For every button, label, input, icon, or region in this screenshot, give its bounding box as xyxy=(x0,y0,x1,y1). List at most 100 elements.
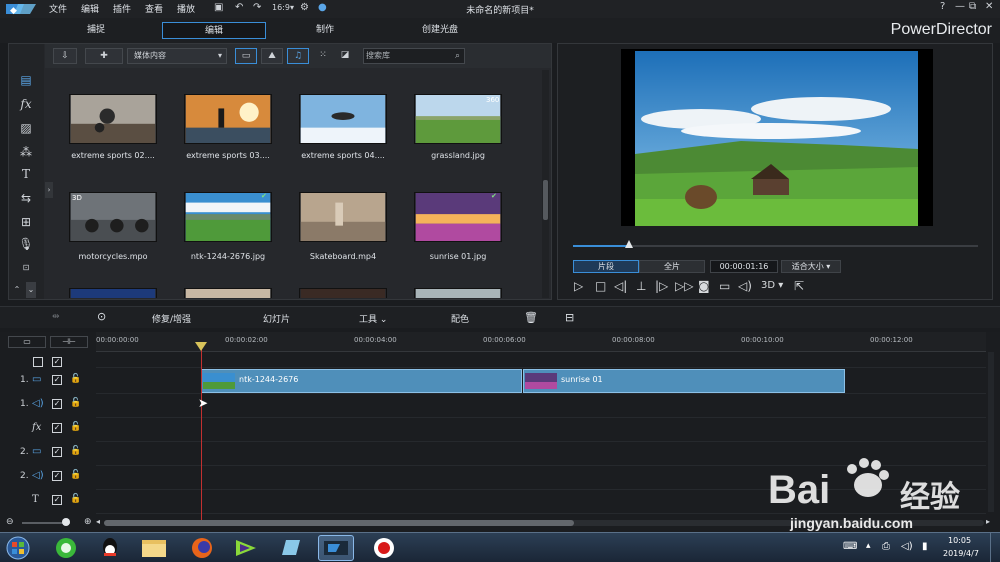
zoom-in-icon[interactable]: ⊕ xyxy=(84,517,92,527)
subtitle-icon[interactable]: ▭ xyxy=(719,279,730,293)
restore-button[interactable]: ⧉ xyxy=(969,1,976,12)
3d-mode-button[interactable]: 3D ▾ xyxy=(761,280,783,291)
taskbar-media-player-icon[interactable] xyxy=(228,535,264,561)
stop-icon[interactable]: □ xyxy=(595,279,606,293)
select-all-checkbox[interactable] xyxy=(33,357,43,367)
import-media-icon[interactable]: ⇩ xyxy=(53,48,77,64)
settings-gear-icon[interactable]: ⚙ xyxy=(300,2,309,13)
track-enable-checkbox[interactable]: ✓ xyxy=(52,447,62,457)
lock-icon[interactable]: 🔓 xyxy=(70,374,81,384)
snapshot-camera-icon[interactable]: ◙ xyxy=(698,279,710,293)
pip-room-icon[interactable]: ▨ xyxy=(17,120,35,136)
menu-file[interactable]: 文件 xyxy=(49,2,67,15)
library-scrollbar[interactable] xyxy=(542,70,549,298)
lock-icon[interactable]: 🔓 xyxy=(70,398,81,408)
timeline-clip[interactable]: ntk-1244-2676 xyxy=(201,369,522,393)
media-thumbnail[interactable] xyxy=(414,288,502,298)
play-icon[interactable]: ▷ xyxy=(574,279,583,293)
scroll-up-icon[interactable]: ⌃ xyxy=(12,282,22,298)
tray-device-icon[interactable]: ⎙ xyxy=(882,541,890,552)
minimize-button[interactable]: — xyxy=(955,1,965,12)
thumbnail-size-icon[interactable]: ◪ xyxy=(337,48,353,64)
close-button[interactable]: ✕ xyxy=(985,1,993,12)
tray-expand-icon[interactable]: ▴ xyxy=(866,541,871,551)
title-room-icon[interactable]: T xyxy=(17,166,35,182)
timecode-display[interactable]: 00:00:01:16 xyxy=(710,260,778,273)
seek-handle[interactable] xyxy=(625,240,633,248)
track-enable-checkbox[interactable]: ✓ xyxy=(52,471,62,481)
media-content-dropdown[interactable]: 媒体内容 ▾ xyxy=(127,48,227,64)
storyboard-view-icon[interactable]: ⊣⊢ xyxy=(50,336,88,348)
transition-room-icon[interactable]: ⇆ xyxy=(17,190,35,206)
tab-produce[interactable]: 制作 xyxy=(275,22,375,39)
keyframe-menu-icon[interactable]: ⊙ xyxy=(97,310,106,323)
fit-timeline-icon[interactable]: ⇹ xyxy=(52,312,60,322)
next-frame-icon[interactable]: |▷ xyxy=(655,279,668,293)
undo-icon[interactable]: ↶ xyxy=(235,2,243,13)
previous-frame-icon[interactable]: ◁| xyxy=(614,279,627,293)
track-enable-checkbox[interactable]: ✓ xyxy=(52,399,62,409)
redo-icon[interactable]: ↷ xyxy=(253,2,261,13)
taskbar-360-icon[interactable] xyxy=(48,535,84,561)
video-track-1-lane[interactable]: ntk-1244-2676 sunrise 01 xyxy=(96,368,986,394)
timeline-clip[interactable]: sunrise 01 xyxy=(523,369,845,393)
tray-keyboard-icon[interactable]: ⌨ xyxy=(843,541,857,552)
taskbar-record-icon[interactable] xyxy=(366,535,402,561)
delete-trash-icon[interactable]: 🗑 xyxy=(524,311,538,324)
track-enable-checkbox[interactable]: ✓ xyxy=(52,495,62,505)
more-options-icon[interactable]: ⊟ xyxy=(565,311,574,324)
undock-preview-icon[interactable]: ⇱ xyxy=(794,279,804,293)
track-enable-checkbox[interactable]: ✓ xyxy=(52,423,62,433)
grid-view-icon[interactable]: ⁙ xyxy=(315,48,331,64)
tray-volume-icon[interactable]: ◁) xyxy=(901,541,913,552)
chapter-room-icon[interactable]: ⊡ xyxy=(17,260,35,276)
voiceover-microphone-icon[interactable]: 🎙 xyxy=(17,236,35,252)
lock-icon[interactable]: 🔓 xyxy=(70,446,81,456)
video-filter-icon[interactable]: ▭ xyxy=(235,48,257,64)
library-scroll-thumb[interactable] xyxy=(543,180,548,220)
media-thumbnail[interactable] xyxy=(299,288,387,298)
menu-view[interactable]: 查看 xyxy=(145,2,163,15)
lock-icon[interactable]: 🔓 xyxy=(70,422,81,432)
audio-filter-icon[interactable]: ♫ xyxy=(287,48,309,64)
particle-room-icon[interactable]: ⁂ xyxy=(17,144,35,160)
clock-time[interactable]: 10:05 xyxy=(948,536,971,545)
effect-track-lane[interactable] xyxy=(96,418,986,442)
image-filter-icon[interactable]: ⛰ xyxy=(261,48,283,64)
track-enable-checkbox[interactable]: ✓ xyxy=(52,375,62,385)
zoom-slider-handle[interactable] xyxy=(62,518,70,526)
clock-date[interactable]: 2019/4/7 xyxy=(943,549,979,558)
seek-bar[interactable] xyxy=(573,245,978,247)
tools-button[interactable]: 工具 ⌄ xyxy=(359,312,387,325)
time-ruler[interactable]: 00:00:00:00 00:00:02:00 00:00:04:00 00:0… xyxy=(96,332,986,352)
volume-icon[interactable]: ◁) xyxy=(738,279,752,293)
taskbar-firefox-icon[interactable] xyxy=(184,535,220,561)
start-button[interactable] xyxy=(4,535,36,561)
menu-edit[interactable]: 编辑 xyxy=(81,2,99,15)
effects-room-icon[interactable]: fx xyxy=(17,96,35,112)
save-icon[interactable]: ▣ xyxy=(214,2,223,13)
taskbar-app-icon[interactable] xyxy=(272,535,308,561)
movie-mode-button[interactable]: 全片 xyxy=(639,260,705,273)
fast-forward-icon[interactable]: ▷▷ xyxy=(675,279,693,293)
media-thumbnail[interactable] xyxy=(184,288,272,298)
menu-plugins[interactable]: 插件 xyxy=(113,2,131,15)
taskbar-qq-icon[interactable] xyxy=(92,535,128,561)
taskbar-explorer-icon[interactable] xyxy=(136,535,172,561)
clip-mode-button[interactable]: 片段 xyxy=(573,260,639,273)
slideshow-button[interactable]: 幻灯片 xyxy=(263,312,290,325)
help-button[interactable]: ? xyxy=(940,1,945,12)
zoom-out-icon[interactable]: ⊖ xyxy=(6,517,14,527)
lock-icon[interactable]: 🔓 xyxy=(70,470,81,480)
taskbar-powerdirector-icon[interactable] xyxy=(318,535,354,561)
scroll-down-icon[interactable]: ⌄ xyxy=(26,282,36,298)
show-desktop-button[interactable] xyxy=(990,533,1000,562)
fix-enhance-button[interactable]: 修复/增强 xyxy=(152,312,191,325)
tab-create-disc[interactable]: 创建光盘 xyxy=(390,22,490,39)
media-thumbnail[interactable] xyxy=(69,288,157,298)
fit-size-dropdown[interactable]: 适合大小 ▾ xyxy=(781,260,841,273)
update-icon[interactable]: ● xyxy=(318,2,327,13)
search-library-input[interactable]: 搜索库 ⌕ xyxy=(363,48,465,64)
playhead-line[interactable] xyxy=(201,344,202,524)
tab-capture[interactable]: 捕捉 xyxy=(46,22,146,39)
